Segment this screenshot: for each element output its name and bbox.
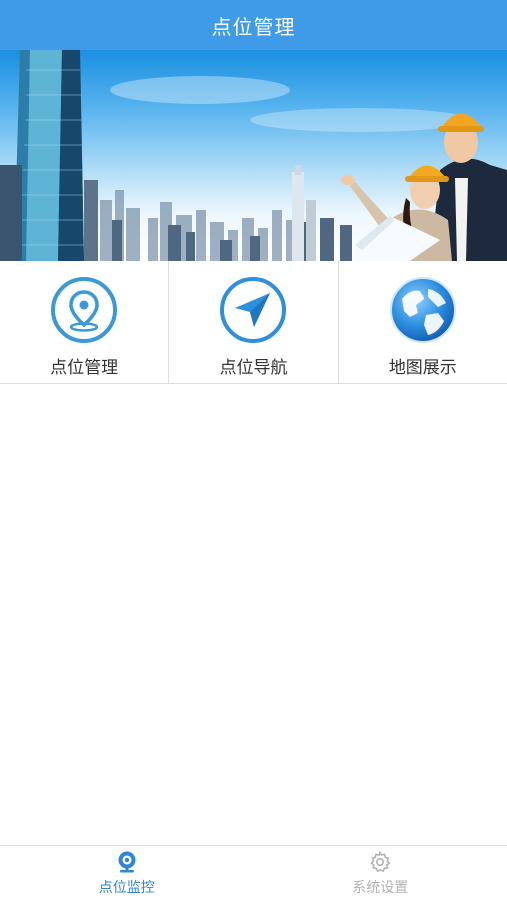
camera-monitor-icon	[118, 851, 136, 872]
menu-item-label: 地图展示	[388, 358, 457, 378]
bottom-tab-bar: 点位监控 系统设置	[0, 845, 507, 900]
menu-item-label: 点位管理	[50, 358, 119, 378]
menu-item-point-navigation[interactable]: 点位导航	[168, 261, 337, 383]
navigation-arrow-icon	[220, 277, 287, 343]
tab-label: 系统设置	[352, 879, 409, 896]
tab-label: 点位监控	[98, 879, 155, 896]
globe-map-icon	[389, 277, 456, 343]
page-title: 点位管理	[211, 14, 296, 39]
tab-point-monitoring[interactable]: 点位监控	[0, 846, 254, 900]
banner-image	[0, 50, 507, 261]
menu-item-label: 点位导航	[219, 358, 288, 378]
feature-menu: 点位管理 点位导航 地图展示	[0, 261, 507, 384]
menu-item-map-display[interactable]: 地图展示	[337, 261, 507, 383]
app-title-bar: 点位管理	[0, 0, 507, 50]
location-pin-icon	[51, 277, 118, 343]
menu-item-point-management[interactable]: 点位管理	[0, 261, 168, 383]
tab-system-settings[interactable]: 系统设置	[254, 846, 507, 900]
gear-icon	[370, 850, 391, 872]
